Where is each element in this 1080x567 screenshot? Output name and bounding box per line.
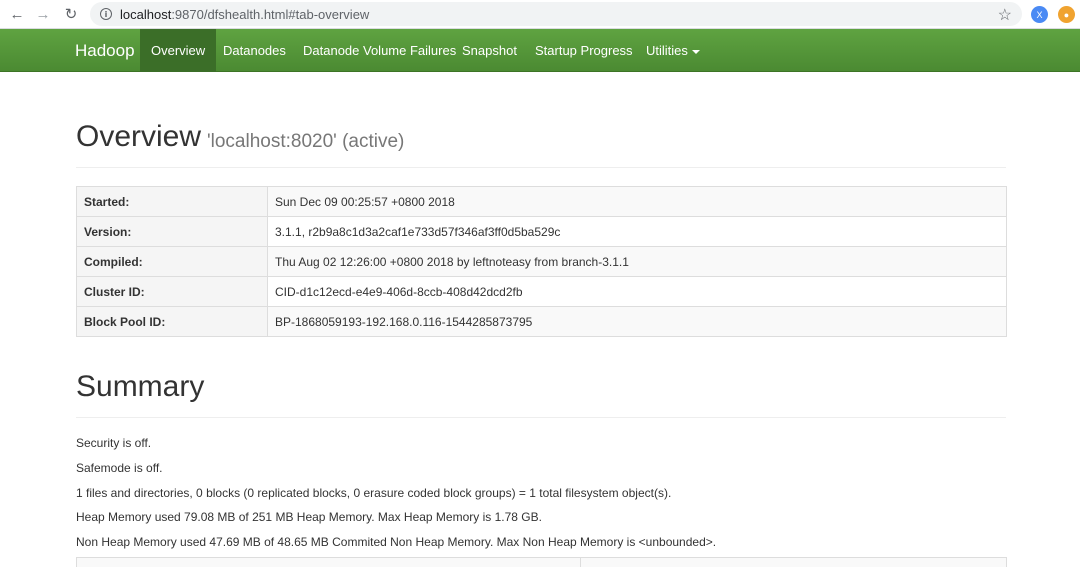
url-host: localhost bbox=[120, 6, 172, 22]
filesystem-objects: 1 files and directories, 0 blocks (0 rep… bbox=[76, 486, 672, 500]
nav-utilities-dropdown[interactable]: Utilities bbox=[635, 29, 711, 72]
summary-table bbox=[76, 557, 1007, 567]
back-arrow-icon[interactable]: ← bbox=[6, 3, 28, 25]
table-row: Started: Sun Dec 09 00:25:57 +0800 2018 bbox=[76, 186, 1007, 217]
caret-down-icon bbox=[691, 49, 700, 54]
row-key: Started: bbox=[76, 186, 268, 217]
table-row: Version: 3.1.1, r2b9a8c1d3a2caf1e733d57f… bbox=[76, 216, 1007, 247]
row-value: Sun Dec 09 00:25:57 +0800 2018 bbox=[267, 186, 1007, 217]
row-value: 3.1.1, r2b9a8c1d3a2caf1e733d57f346af3ff0… bbox=[267, 216, 1007, 247]
page-title: Overview bbox=[76, 120, 202, 153]
brand-logo[interactable]: Hadoop bbox=[75, 29, 135, 72]
hadoop-navbar: Hadoop Overview Datanodes Datanode Volum… bbox=[0, 29, 1080, 72]
nav-datanodes[interactable]: Datanodes bbox=[212, 29, 297, 72]
row-value: Thu Aug 02 12:26:00 +0800 2018 by leftno… bbox=[267, 246, 1007, 277]
extension-x-label: X bbox=[1036, 9, 1043, 20]
extension-x-icon[interactable]: X bbox=[1031, 6, 1048, 23]
nav-snapshot[interactable]: Snapshot bbox=[451, 29, 528, 72]
row-key: Block Pool ID: bbox=[76, 306, 268, 337]
row-key: Cluster ID: bbox=[76, 276, 268, 307]
summary-header: Summary bbox=[76, 370, 1006, 418]
heap-memory: Heap Memory used 79.08 MB of 251 MB Heap… bbox=[76, 510, 542, 524]
non-heap-memory: Non Heap Memory used 47.69 MB of 48.65 M… bbox=[76, 535, 717, 549]
overview-header: Overview 'localhost:8020' (active) bbox=[76, 120, 1006, 168]
row-value: BP-1868059193-192.168.0.116-154428587379… bbox=[267, 306, 1007, 337]
nav-overview[interactable]: Overview bbox=[140, 29, 217, 72]
browser-toolbar: ← → ↻ i localhost:9870/dfshealth.html#ta… bbox=[0, 0, 1080, 29]
reload-icon[interactable]: ↻ bbox=[60, 3, 82, 25]
namenode-address: 'localhost:8020' (active) bbox=[207, 131, 405, 152]
extension-orange-icon[interactable]: ● bbox=[1058, 6, 1075, 23]
table-row: Compiled: Thu Aug 02 12:26:00 +0800 2018… bbox=[76, 246, 1007, 277]
table-divider bbox=[580, 558, 581, 567]
nav-utilities-label: Utilities bbox=[646, 43, 688, 58]
summary-title: Summary bbox=[76, 370, 205, 403]
info-icon[interactable]: i bbox=[100, 8, 112, 20]
nav-datanode-volume-failures[interactable]: Datanode Volume Failures bbox=[292, 29, 467, 72]
row-key: Compiled: bbox=[76, 246, 268, 277]
url-text[interactable]: localhost:9870/dfshealth.html#tab-overvi… bbox=[120, 7, 369, 22]
table-row: Cluster ID: CID-d1c12ecd-e4e9-406d-8ccb-… bbox=[76, 276, 1007, 307]
nav-startup-progress[interactable]: Startup Progress bbox=[524, 29, 644, 72]
bookmark-star-icon[interactable]: ☆ bbox=[998, 5, 1012, 25]
table-row: Block Pool ID: BP-1868059193-192.168.0.1… bbox=[76, 306, 1007, 337]
safemode-status: Safemode is off. bbox=[76, 461, 163, 475]
address-bar[interactable]: i localhost:9870/dfshealth.html#tab-over… bbox=[90, 2, 1022, 26]
url-path: :9870/dfshealth.html#tab-overview bbox=[171, 6, 370, 22]
overview-table: Started: Sun Dec 09 00:25:57 +0800 2018 … bbox=[76, 186, 1007, 337]
security-status: Security is off. bbox=[76, 436, 152, 450]
row-value: CID-d1c12ecd-e4e9-406d-8ccb-408d42dcd2fb bbox=[267, 276, 1007, 307]
forward-arrow-icon[interactable]: → bbox=[32, 3, 54, 25]
row-key: Version: bbox=[76, 216, 268, 247]
